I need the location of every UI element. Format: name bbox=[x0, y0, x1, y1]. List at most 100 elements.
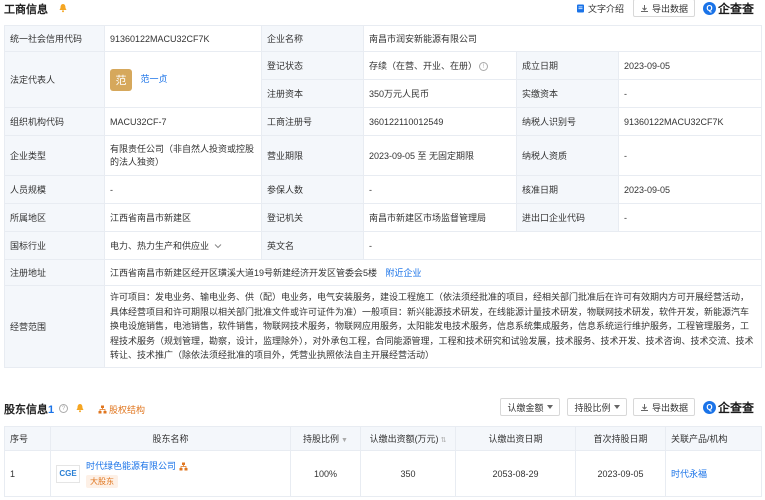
region-value: 江西省南昌市新建区 bbox=[104, 203, 262, 232]
taxpayer-qual-label: 纳税人资质 bbox=[516, 135, 619, 176]
reg-authority-value: 南昌市新建区市场监督管理局 bbox=[363, 203, 517, 232]
export-button[interactable]: 导出数据 bbox=[633, 398, 695, 416]
paid-capital-value: - bbox=[618, 79, 762, 108]
en-name-value: - bbox=[363, 231, 762, 260]
ent-type-label: 企业类型 bbox=[4, 135, 105, 176]
chevron-down-icon[interactable] bbox=[214, 243, 222, 249]
reg-status-cell: 存续（在营、开业、在册）! bbox=[363, 51, 517, 80]
bell-icon[interactable] bbox=[58, 3, 68, 13]
credit-code-label: 统一社会信用代码 bbox=[4, 25, 105, 52]
shareholder-name-link[interactable]: 时代绿色能源有限公司 bbox=[86, 461, 176, 471]
est-date-value: 2023-09-05 bbox=[618, 51, 762, 80]
biz-reg-no-value: 360122110012549 bbox=[363, 107, 517, 136]
business-title: 工商信息 bbox=[4, 4, 48, 16]
caret-down-icon bbox=[613, 405, 620, 409]
col-related-header: 关联产品/机构 bbox=[665, 426, 762, 451]
legal-rep-label: 法定代表人 bbox=[4, 51, 105, 108]
legal-rep-link[interactable]: 范一贞 bbox=[141, 74, 168, 84]
filter-amount-label: 认缴金额 bbox=[507, 402, 544, 413]
col-no-header: 序号 bbox=[4, 426, 51, 451]
en-name-label: 英文名 bbox=[261, 231, 364, 260]
shareholder-count: 1 bbox=[48, 404, 55, 416]
shareholder-section-header: 股东信息1 ? 股权结构 认缴金额 持股比例 导出数据 Q 企查查 bbox=[0, 398, 765, 416]
date-value: 2053-08-29 bbox=[455, 450, 576, 497]
related-product-link[interactable]: 时代永福 bbox=[665, 450, 762, 497]
business-section-header: 工商信息 文字介绍 导出数据 Q 企查查 bbox=[0, 0, 765, 18]
sort-icon[interactable]: ⇅ bbox=[441, 437, 447, 444]
industry-cell[interactable]: 电力、热力生产和供应业 bbox=[104, 231, 262, 260]
equity-structure-label: 股权结构 bbox=[109, 405, 146, 415]
ratio-value: 100% bbox=[290, 450, 361, 497]
export-label: 导出数据 bbox=[651, 402, 688, 413]
table-row: 组织机构代码 MACU32CF-7 工商注册号 360122110012549 … bbox=[4, 107, 762, 136]
table-row: 统一社会信用代码 91360122MACU32CF7K 企业名称 南昌市润安新能… bbox=[4, 25, 762, 52]
shareholder-table: 序号 股东名称 持股比例 ▼ 认缴出资额(万元) ⇅ 认缴出资日期 首次持股日期 关… bbox=[4, 426, 762, 497]
table-row: 企业类型 有限责任公司（非自然人投资或控股的法人独资） 营业期限 2023-09… bbox=[4, 135, 762, 176]
est-date-label: 成立日期 bbox=[516, 51, 619, 80]
qichacha-logo-text: 企查查 bbox=[718, 401, 755, 415]
qichacha-logo-icon: Q bbox=[703, 2, 716, 15]
export-icon bbox=[640, 403, 648, 411]
text-intro-label: 文字介绍 bbox=[587, 3, 624, 14]
export-label: 导出数据 bbox=[651, 3, 688, 14]
qichacha-logo-icon: Q bbox=[703, 401, 716, 414]
amount-value: 350 bbox=[360, 450, 456, 497]
col-first-date-header: 首次持股日期 bbox=[575, 426, 666, 451]
filter-amount-dropdown[interactable]: 认缴金额 bbox=[500, 398, 560, 416]
equity-structure-link[interactable]: 股权结构 bbox=[98, 403, 145, 416]
col-amount-label: 认缴出资额(万元) bbox=[369, 434, 439, 444]
shareholder-cell: CGE 时代绿色能源有限公司 大股东 bbox=[50, 450, 291, 497]
table-row: 人员规模 - 参保人数 - 核准日期 2023-09-05 bbox=[4, 175, 762, 204]
col-ratio-label: 持股比例 bbox=[303, 434, 340, 444]
reg-capital-label: 注册资本 bbox=[261, 79, 364, 108]
taxpayer-qual-value: - bbox=[618, 135, 762, 176]
ie-code-label: 进出口企业代码 bbox=[516, 203, 619, 232]
company-name-label: 企业名称 bbox=[261, 25, 364, 52]
table-row: 国标行业 电力、热力生产和供应业 英文名 - bbox=[4, 231, 762, 260]
scope-label: 经营范围 bbox=[4, 285, 105, 368]
paid-capital-label: 实缴资本 bbox=[516, 79, 619, 108]
caret-down-icon bbox=[546, 405, 553, 409]
credit-code-value: 91360122MACU32CF7K bbox=[104, 25, 262, 52]
table-row: 经营范围 许可项目：发电业务、输电业务、供（配）电业务，电气安装服务，建设工程施… bbox=[4, 285, 762, 368]
approval-date-value: 2023-09-05 bbox=[618, 175, 762, 204]
legal-rep-cell: 范 范一贞 bbox=[104, 51, 262, 108]
industry-value: 电力、热力生产和供应业 bbox=[110, 241, 210, 251]
filter-ratio-dropdown[interactable]: 持股比例 bbox=[567, 398, 627, 416]
export-icon bbox=[640, 4, 648, 12]
qichacha-logo-text: 企查查 bbox=[718, 2, 755, 16]
address-cell: 江西省南昌市新建区经开区璜溪大道19号新建经济开发区管委会5楼 附近企业 bbox=[104, 259, 762, 286]
table-header-row: 序号 股东名称 持股比例 ▼ 认缴出资额(万元) ⇅ 认缴出资日期 首次持股日期 关… bbox=[4, 426, 762, 451]
shareholder-title: 股东信息1 bbox=[4, 401, 54, 417]
text-intro-button[interactable]: 文字介绍 bbox=[570, 0, 630, 17]
col-date-header: 认缴出资日期 bbox=[455, 426, 576, 451]
col-amount-header[interactable]: 认缴出资额(万元) ⇅ bbox=[360, 426, 456, 451]
org-code-value: MACU32CF-7 bbox=[104, 107, 262, 136]
table-row: 法定代表人 范 范一贞 登记状态 存续（在营、开业、在册）! 成立日期 2023… bbox=[4, 51, 762, 108]
address-value: 江西省南昌市新建区经开区璜溪大道19号新建经济开发区管委会5楼 bbox=[110, 268, 378, 278]
staff-size-value: - bbox=[104, 175, 262, 204]
biz-term-label: 营业期限 bbox=[261, 135, 364, 176]
reg-status-value: 存续（在营、开业、在册） bbox=[369, 61, 478, 71]
equity-structure-icon bbox=[98, 405, 107, 414]
info-icon[interactable]: ? bbox=[59, 404, 68, 413]
table-row: 所属地区 江西省南昌市新建区 登记机关 南昌市新建区市场监督管理局 进出口企业代… bbox=[4, 203, 762, 232]
shareholder-title-text: 股东信息 bbox=[4, 404, 48, 416]
document-icon bbox=[576, 4, 584, 12]
biz-reg-no-label: 工商注册号 bbox=[261, 107, 364, 136]
col-ratio-header[interactable]: 持股比例 ▼ bbox=[290, 426, 361, 451]
bell-icon[interactable] bbox=[75, 403, 85, 413]
equity-structure-icon[interactable] bbox=[179, 462, 188, 471]
insured-value: - bbox=[363, 175, 517, 204]
info-icon[interactable]: ! bbox=[479, 62, 489, 72]
major-shareholder-badge: 大股东 bbox=[86, 475, 118, 488]
filter-ratio-label: 持股比例 bbox=[574, 402, 611, 413]
region-label: 所属地区 bbox=[4, 203, 105, 232]
filter-icon[interactable]: ▼ bbox=[341, 437, 348, 444]
staff-size-label: 人员规模 bbox=[4, 175, 105, 204]
approval-date-label: 核准日期 bbox=[516, 175, 619, 204]
insured-label: 参保人数 bbox=[261, 175, 364, 204]
nearby-companies-link[interactable]: 附近企业 bbox=[386, 268, 422, 278]
business-info-table: 统一社会信用代码 91360122MACU32CF7K 企业名称 南昌市润安新能… bbox=[4, 25, 762, 368]
export-button[interactable]: 导出数据 bbox=[633, 0, 695, 17]
